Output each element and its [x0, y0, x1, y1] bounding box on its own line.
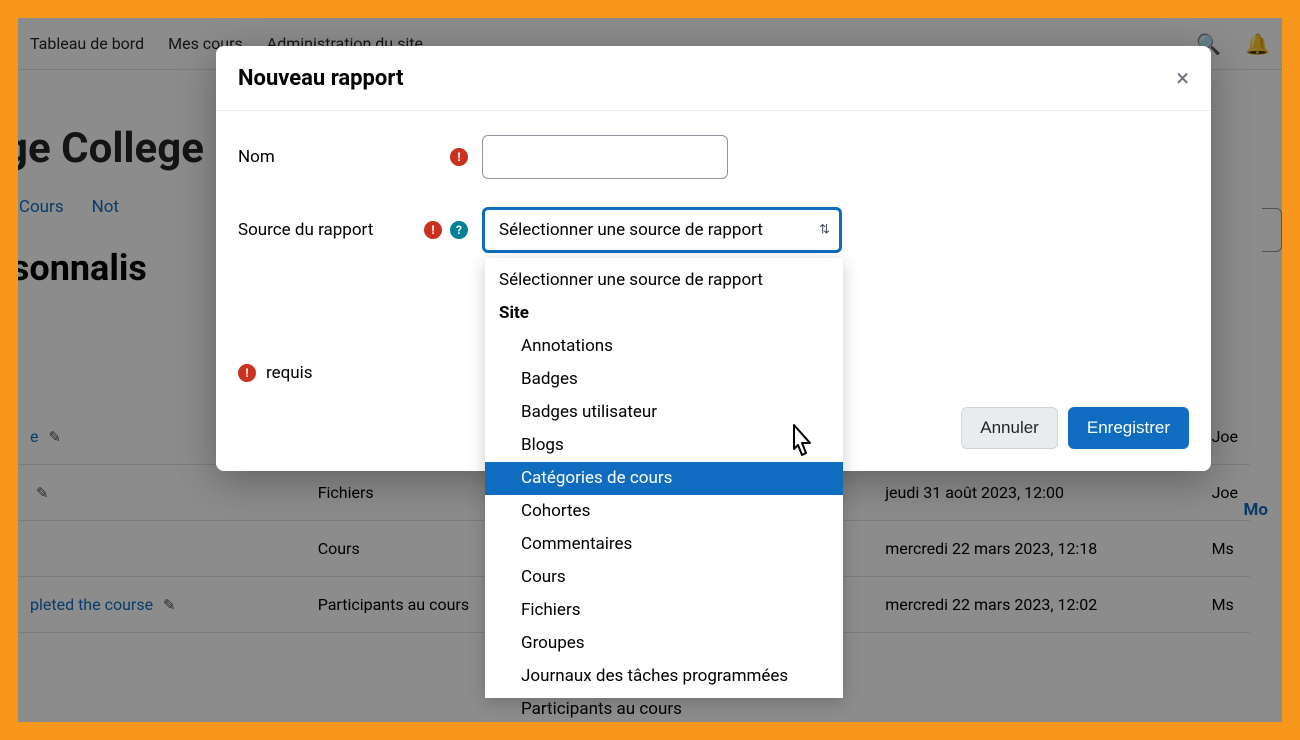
dropdown-option[interactable]: Catégories de cours: [485, 462, 843, 495]
name-label: Nom: [238, 147, 275, 167]
dropdown-option[interactable]: Blogs: [485, 429, 843, 462]
required-icon: !: [424, 221, 442, 239]
name-row: Nom !: [238, 135, 1189, 179]
dropdown-option[interactable]: Annotations: [485, 330, 843, 363]
required-icon: !: [450, 148, 468, 166]
dropdown-group-site: Site: [485, 297, 843, 330]
source-label: Source du rapport: [238, 220, 373, 240]
dropdown-option[interactable]: Groupes: [485, 627, 843, 660]
dropdown-option[interactable]: Badges utilisateur: [485, 396, 843, 429]
report-source-select[interactable]: Sélectionner une source de rapport: [482, 207, 842, 253]
dropdown-option[interactable]: Badges: [485, 363, 843, 396]
dropdown-option[interactable]: Fichiers: [485, 594, 843, 627]
close-icon[interactable]: ×: [1176, 64, 1189, 92]
report-source-dropdown: Sélectionner une source de rapportSiteAn…: [485, 258, 843, 698]
required-icon: !: [238, 364, 256, 382]
source-row: Source du rapport ! ? Sélectionner une s…: [238, 207, 1189, 253]
help-icon[interactable]: ?: [450, 221, 468, 239]
dropdown-option[interactable]: Commentaires: [485, 528, 843, 561]
dropdown-option-placeholder[interactable]: Sélectionner une source de rapport: [485, 264, 843, 297]
chevron-updown-icon: ⇅: [819, 223, 830, 238]
save-button[interactable]: Enregistrer: [1068, 407, 1189, 449]
select-value: Sélectionner une source de rapport: [499, 220, 763, 240]
dropdown-option[interactable]: Cours: [485, 561, 843, 594]
dropdown-option[interactable]: Participants au cours: [485, 693, 843, 722]
name-input[interactable]: [482, 135, 728, 179]
dropdown-option[interactable]: Cohortes: [485, 495, 843, 528]
dropdown-option[interactable]: Journaux des tâches programmées: [485, 660, 843, 693]
modal-title: Nouveau rapport: [238, 66, 403, 91]
cancel-button[interactable]: Annuler: [961, 407, 1058, 449]
